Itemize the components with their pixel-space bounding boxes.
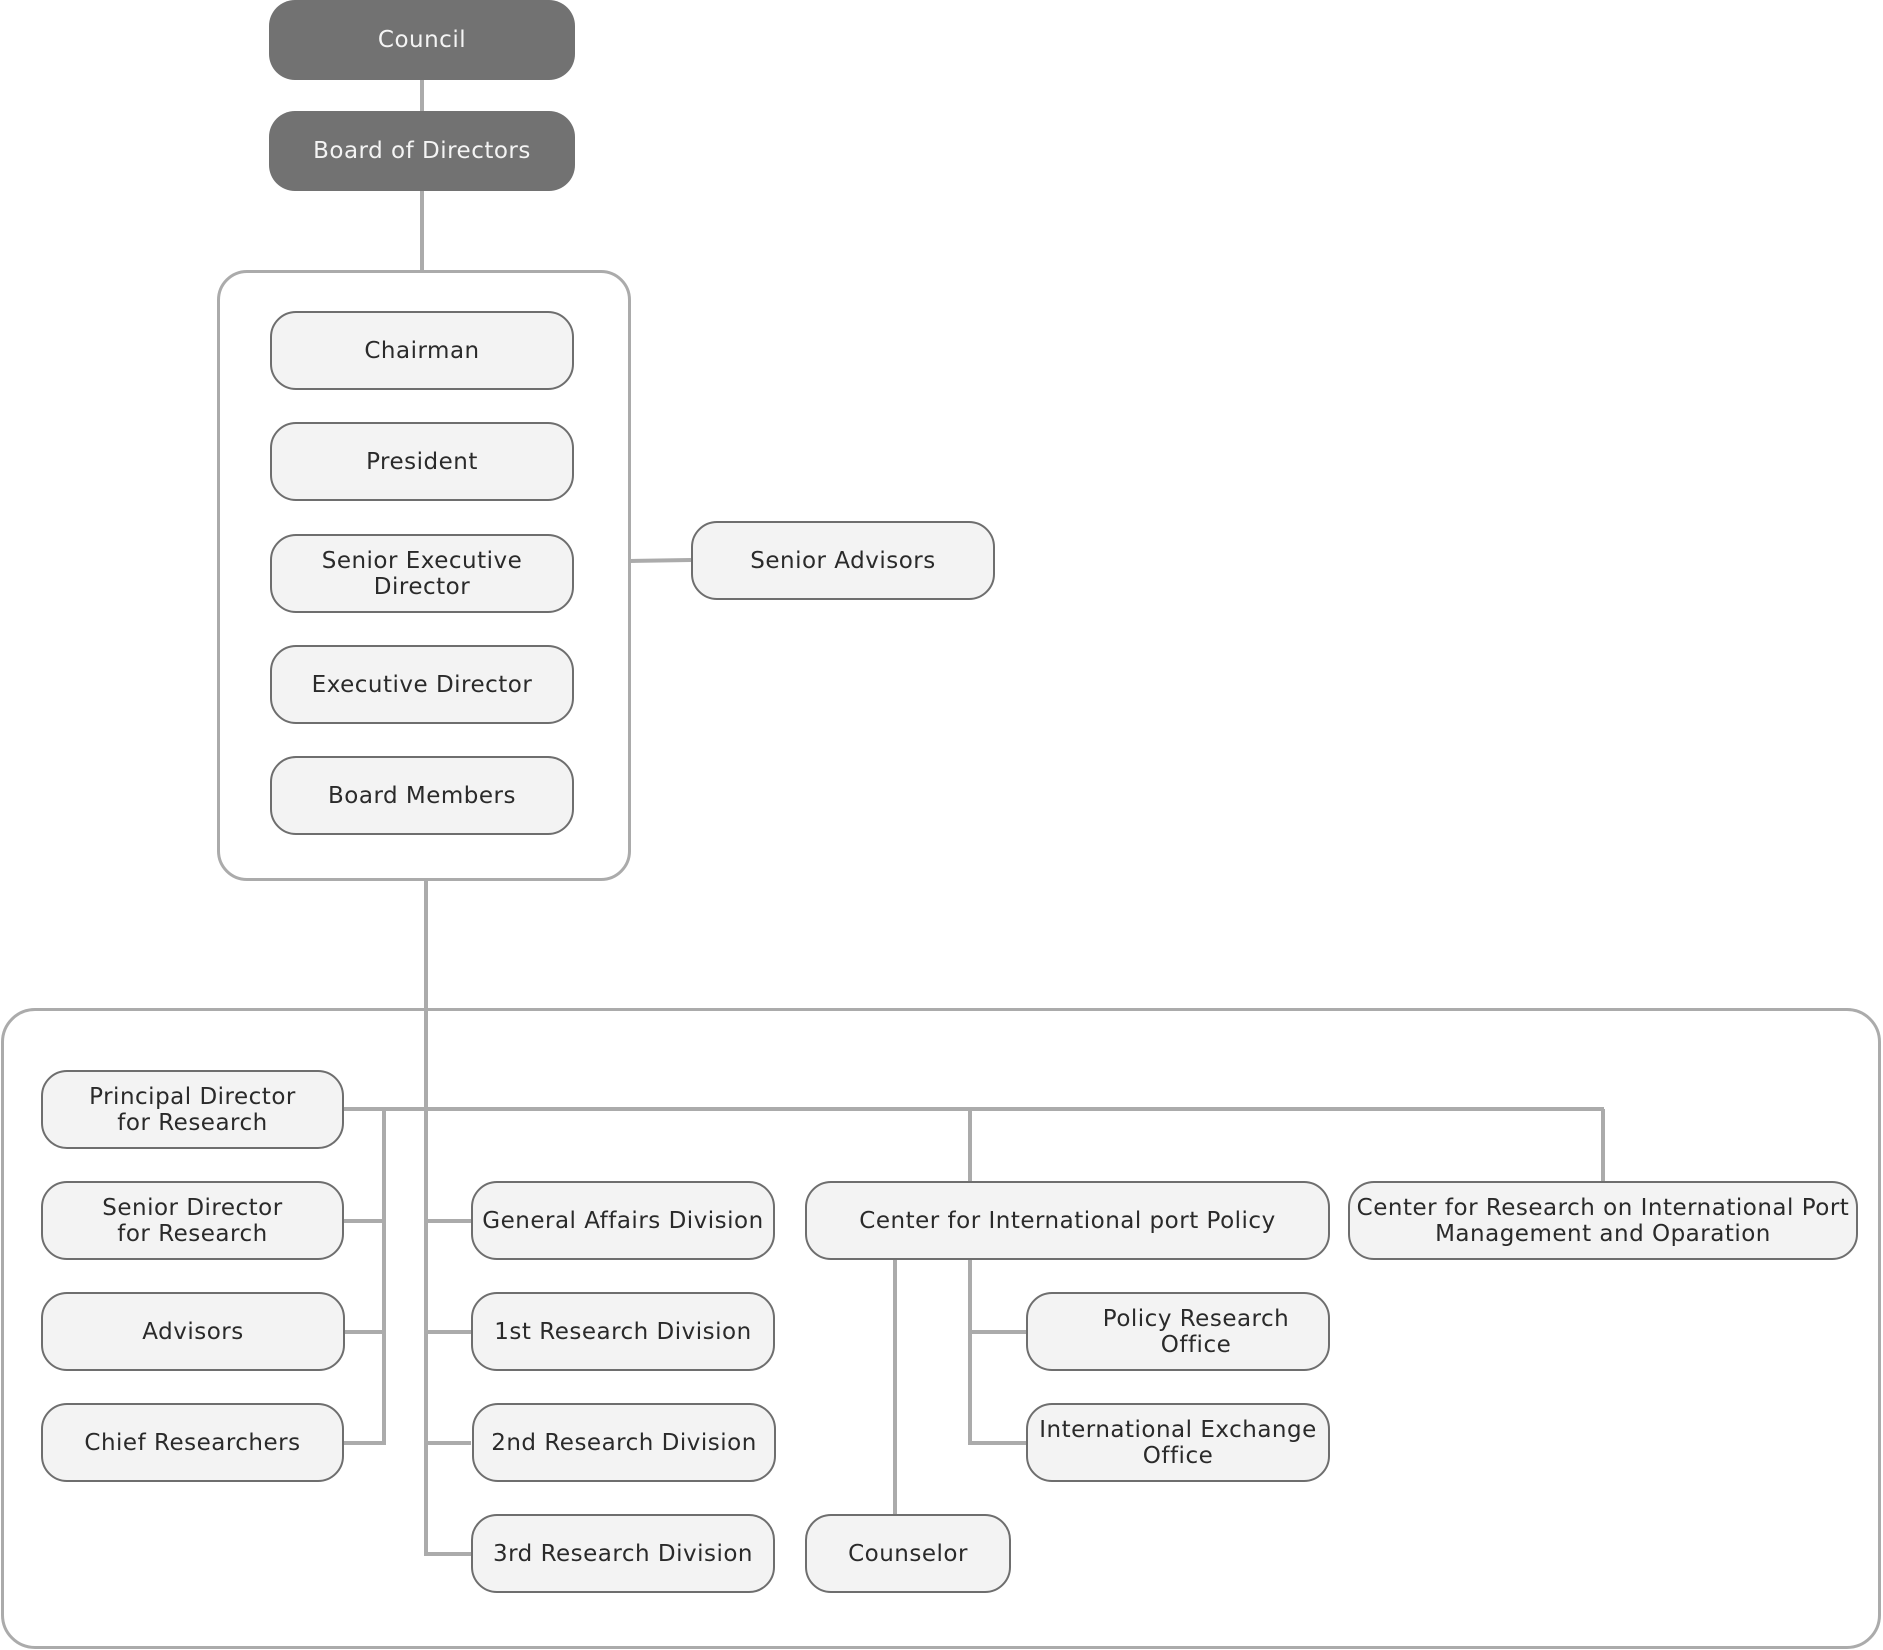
chairman-node[interactable]: Chairman: [270, 311, 574, 390]
board-of-directors-node[interactable]: Board of Directors: [269, 111, 575, 191]
international-exchange-office-node[interactable]: International Exchange Office: [1026, 1403, 1330, 1482]
center-for-research-on-port-management-node[interactable]: Center for Research on International Por…: [1348, 1181, 1858, 1260]
counselor-node[interactable]: Counselor: [805, 1514, 1011, 1593]
council-node[interactable]: Council: [269, 0, 575, 80]
senior-advisors-node[interactable]: Senior Advisors: [691, 521, 995, 600]
board-members-node[interactable]: Board Members: [270, 756, 574, 835]
advisors-node[interactable]: Advisors: [41, 1292, 345, 1371]
3rd-research-division-node[interactable]: 3rd Research Division: [471, 1514, 775, 1593]
president-node[interactable]: President: [270, 422, 574, 501]
principal-director-for-research-node[interactable]: Principal Director for Research: [41, 1070, 344, 1149]
1st-research-division-node[interactable]: 1st Research Division: [471, 1292, 775, 1371]
general-affairs-division-node[interactable]: General Affairs Division: [471, 1181, 775, 1260]
policy-research-office-node[interactable]: Policy Research Office: [1026, 1292, 1330, 1371]
center-for-international-port-policy-node[interactable]: Center for International port Policy: [805, 1181, 1330, 1260]
executive-director-node[interactable]: Executive Director: [270, 645, 574, 724]
connector-executives-senior-advisors: [629, 558, 692, 563]
2nd-research-division-node[interactable]: 2nd Research Division: [472, 1403, 776, 1482]
senior-executive-director-node[interactable]: Senior Executive Director: [270, 534, 574, 613]
senior-director-for-research-node[interactable]: Senior Director for Research: [41, 1181, 344, 1260]
chief-researchers-node[interactable]: Chief Researchers: [41, 1403, 344, 1482]
